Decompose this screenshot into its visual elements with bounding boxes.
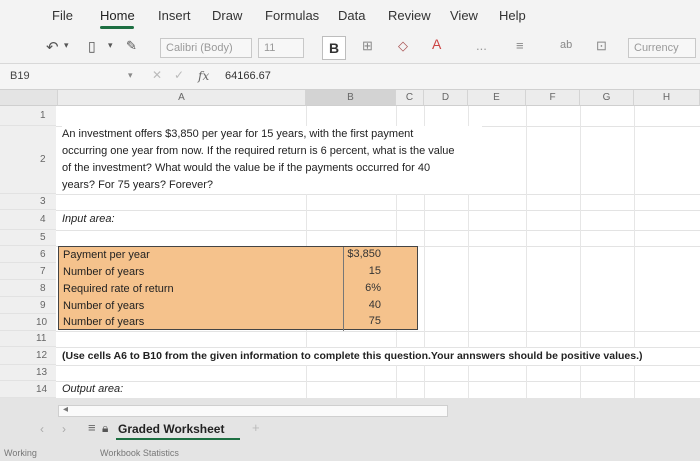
horizontal-scrollbar[interactable]: ◂ <box>58 404 448 417</box>
confirm-icon[interactable]: ✓ <box>174 68 184 82</box>
tab-home[interactable]: Home <box>100 8 135 23</box>
prev-sheet-icon[interactable]: ‹ <box>40 422 44 436</box>
tab-view[interactable]: View <box>450 8 478 23</box>
row-header-4[interactable]: 4 <box>0 210 56 230</box>
tab-help[interactable]: Help <box>499 8 526 23</box>
gridline <box>56 210 700 211</box>
tab-review[interactable]: Review <box>388 8 431 23</box>
tab-formulas[interactable]: Formulas <box>265 8 319 23</box>
row-header-1[interactable]: 1 <box>0 106 56 126</box>
undo-icon[interactable]: ↶ <box>46 38 59 56</box>
sheet-list-icon[interactable]: ≡ <box>88 420 96 435</box>
row-header-8[interactable]: 8 <box>0 280 56 297</box>
cancel-icon[interactable]: ✕ <box>152 68 162 82</box>
question-line-4: years? For 75 years? Forever? <box>62 179 214 191</box>
ribbon-tabs: File Home Insert Draw Formulas Data Revi… <box>0 0 700 30</box>
gridline <box>56 230 700 231</box>
status-workbook-statistics[interactable]: Workbook Statistics <box>100 448 179 458</box>
gridline <box>56 331 700 332</box>
input-value-rate[interactable]: 6% <box>321 282 381 294</box>
input-label-years-15[interactable]: Number of years <box>63 266 144 278</box>
row-header-3[interactable]: 3 <box>0 194 56 210</box>
gridline <box>56 194 700 195</box>
worksheet-grid: A B C D E F G H 1 2 3 4 5 6 7 8 9 10 11 … <box>0 90 700 398</box>
question-line-2: occurring one year from now. If the requ… <box>62 145 455 157</box>
active-sheet-indicator <box>116 438 240 440</box>
gridline <box>56 365 700 366</box>
select-all-corner[interactable] <box>0 90 58 106</box>
sheet-tab-graded-worksheet[interactable]: Graded Worksheet <box>118 422 224 436</box>
row-header-9[interactable]: 9 <box>0 297 56 314</box>
input-value-years-40[interactable]: 40 <box>321 299 381 311</box>
tab-draw[interactable]: Draw <box>212 8 242 23</box>
merge-cells-icon[interactable]: ⊡ <box>596 38 607 54</box>
more-options-button[interactable]: ... <box>476 38 487 53</box>
active-tab-indicator <box>100 26 134 29</box>
tab-file[interactable]: File <box>52 8 73 23</box>
row-header-11[interactable]: 11 <box>0 331 56 347</box>
instruction-cell[interactable]: (Use cells A6 to B10 from the given info… <box>62 348 643 365</box>
input-value-years-75[interactable]: 75 <box>321 315 381 327</box>
formula-bar: B19 ▾ ✕ ✓ fx 64166.67 <box>0 64 700 90</box>
status-working: Working <box>4 448 37 458</box>
row-header-14[interactable]: 14 <box>0 381 56 398</box>
input-label-payment[interactable]: Payment per year <box>63 249 150 261</box>
tab-insert[interactable]: Insert <box>158 8 191 23</box>
ribbon-toolbar: ↶ ▾ ▯ ▾ ✎ Calibri (Body) 11 B ⊞ ◇ A ... … <box>0 30 700 64</box>
clipboard-dropdown-icon[interactable]: ▾ <box>108 40 113 51</box>
row-header-5[interactable]: 5 <box>0 230 56 246</box>
question-line-1: An investment offers $3,850 per year for… <box>62 128 414 140</box>
font-color-icon[interactable]: A <box>432 36 441 52</box>
input-label-rate[interactable]: Required rate of return <box>63 283 174 295</box>
column-header-c[interactable]: C <box>396 90 424 106</box>
row-header-13[interactable]: 13 <box>0 365 56 381</box>
number-format-select[interactable]: Currency <box>628 38 696 58</box>
column-header-b[interactable]: B <box>306 90 396 106</box>
undo-dropdown-icon[interactable]: ▾ <box>64 40 69 51</box>
question-cell[interactable]: An investment offers $3,850 per year for… <box>62 126 482 194</box>
next-sheet-icon[interactable]: › <box>62 422 66 436</box>
column-header-d[interactable]: D <box>424 90 468 106</box>
row-header-2[interactable]: 2 <box>0 126 56 194</box>
column-header-g[interactable]: G <box>580 90 634 106</box>
name-box-dropdown-icon[interactable]: ▾ <box>128 70 133 81</box>
font-size-select[interactable]: 11 <box>258 38 304 58</box>
insert-function-icon[interactable]: fx <box>198 69 209 83</box>
wrap-text-icon[interactable]: ab <box>560 39 572 51</box>
add-sheet-button[interactable]: + <box>252 420 260 435</box>
column-header-h[interactable]: H <box>634 90 700 106</box>
bold-button[interactable]: B <box>322 36 346 60</box>
input-area-label[interactable]: Input area: <box>62 211 115 228</box>
row-header-6[interactable]: 6 <box>0 246 56 263</box>
formula-input[interactable]: 64166.67 <box>225 70 271 82</box>
format-painter-icon[interactable]: ✎ <box>126 38 137 54</box>
fill-color-icon[interactable]: ◇ <box>398 38 408 54</box>
input-label-years-40[interactable]: Number of years <box>63 300 144 312</box>
clipboard-icon[interactable]: ▯ <box>88 38 96 55</box>
input-label-years-75[interactable]: Number of years <box>63 316 144 328</box>
column-header-e[interactable]: E <box>468 90 526 106</box>
row-header-12[interactable]: 12 <box>0 347 56 365</box>
font-name-select[interactable]: Calibri (Body) <box>160 38 252 58</box>
name-box[interactable]: B19 <box>10 70 30 82</box>
tab-data[interactable]: Data <box>338 8 365 23</box>
lock-icon: 🔒︎ <box>102 421 109 435</box>
output-area-label[interactable]: Output area: <box>62 381 123 398</box>
scroll-left-icon[interactable]: ◂ <box>63 404 68 415</box>
sheet-tab-bar: ◂ ‹ › ≡ 🔒︎ Graded Worksheet + Working Wo… <box>0 398 700 461</box>
input-value-payment[interactable]: $3,850 <box>321 248 381 260</box>
align-icon[interactable]: ≡ <box>516 38 524 53</box>
gridline <box>56 381 700 382</box>
input-value-years-15[interactable]: 15 <box>321 265 381 277</box>
borders-icon[interactable]: ⊞ <box>362 38 373 54</box>
column-header-f[interactable]: F <box>526 90 580 106</box>
input-area: Payment per year $3,850 Number of years … <box>58 246 418 331</box>
column-header-a[interactable]: A <box>58 90 306 106</box>
row-header-10[interactable]: 10 <box>0 314 56 331</box>
question-line-3: of the investment? What would the value … <box>62 162 431 174</box>
row-header-7[interactable]: 7 <box>0 263 56 280</box>
